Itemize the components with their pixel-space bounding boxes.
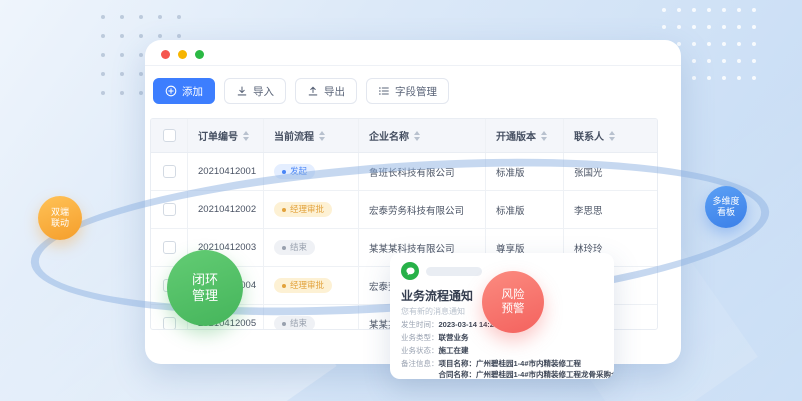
marketing-illustration: 添加 导入 导出 字段管理 订单编号 当前流程 企业名称 开通版本: [0, 0, 802, 401]
feature-bubble-multi-dimension: 多维度 看板: [705, 186, 747, 228]
titlebar-divider: [145, 65, 681, 66]
import-button-label: 导入: [253, 84, 274, 99]
chat-message-icon: [401, 262, 419, 280]
window-close-dot[interactable]: [161, 50, 170, 59]
column-header-flow[interactable]: 当前流程: [264, 119, 359, 152]
plus-circle-icon: [165, 85, 177, 97]
import-button[interactable]: 导入: [224, 78, 286, 104]
row-checkbox[interactable]: [163, 165, 176, 178]
feature-bubble-dual-end: 双端 联动: [38, 196, 82, 240]
status-dot: [282, 322, 286, 326]
window-controls: [161, 50, 204, 59]
export-icon: [307, 85, 319, 97]
column-header-company[interactable]: 企业名称: [359, 119, 486, 152]
import-icon: [236, 85, 248, 97]
sort-icon[interactable]: [414, 131, 420, 141]
status-dot: [282, 170, 286, 174]
notification-type-row: 业务类型： 联营业务: [401, 333, 603, 343]
sort-icon[interactable]: [609, 131, 615, 141]
sort-icon[interactable]: [541, 131, 547, 141]
field-manage-button-label: 字段管理: [395, 84, 437, 99]
sort-icon[interactable]: [243, 131, 249, 141]
notification-status-row: 业务状态： 施工在建: [401, 346, 603, 356]
field-manage-button[interactable]: 字段管理: [366, 78, 449, 104]
feature-bubble-risk-warning: 风险 预警: [482, 271, 544, 333]
status-badge: 结束: [274, 316, 315, 330]
window-maximize-dot[interactable]: [195, 50, 204, 59]
column-header-contact[interactable]: 联系人: [564, 119, 658, 152]
toolbar: 添加 导入 导出 字段管理: [153, 78, 449, 104]
column-header-order[interactable]: 订单编号: [188, 119, 264, 152]
select-all-checkbox[interactable]: [163, 129, 176, 142]
sender-placeholder: [426, 267, 482, 276]
add-button-label: 添加: [182, 84, 203, 99]
window-minimize-dot[interactable]: [178, 50, 187, 59]
remark-contract-line: 合同名称：广州碧桂园1-4#市内精装修工程龙骨采购合同: [439, 370, 615, 380]
add-button[interactable]: 添加: [153, 78, 215, 104]
list-icon: [378, 85, 390, 97]
notification-remark-row: 备注信息： 项目名称：广州碧桂园1-4#市内精装修工程 合同名称：广州碧桂园1-…: [401, 359, 603, 379]
export-button-label: 导出: [324, 84, 345, 99]
feature-bubble-closed-loop: 闭环 管理: [167, 250, 243, 326]
remark-project-line: 项目名称：广州碧桂园1-4#市内精装修工程: [439, 359, 615, 369]
export-button[interactable]: 导出: [295, 78, 357, 104]
remark-lines: 项目名称：广州碧桂园1-4#市内精装修工程 合同名称：广州碧桂园1-4#市内精装…: [439, 359, 615, 379]
table-header-row: 订单编号 当前流程 企业名称 开通版本 联系人: [151, 119, 657, 153]
sort-icon[interactable]: [319, 131, 325, 141]
column-header-version[interactable]: 开通版本: [486, 119, 564, 152]
row-checkbox[interactable]: [163, 317, 176, 330]
